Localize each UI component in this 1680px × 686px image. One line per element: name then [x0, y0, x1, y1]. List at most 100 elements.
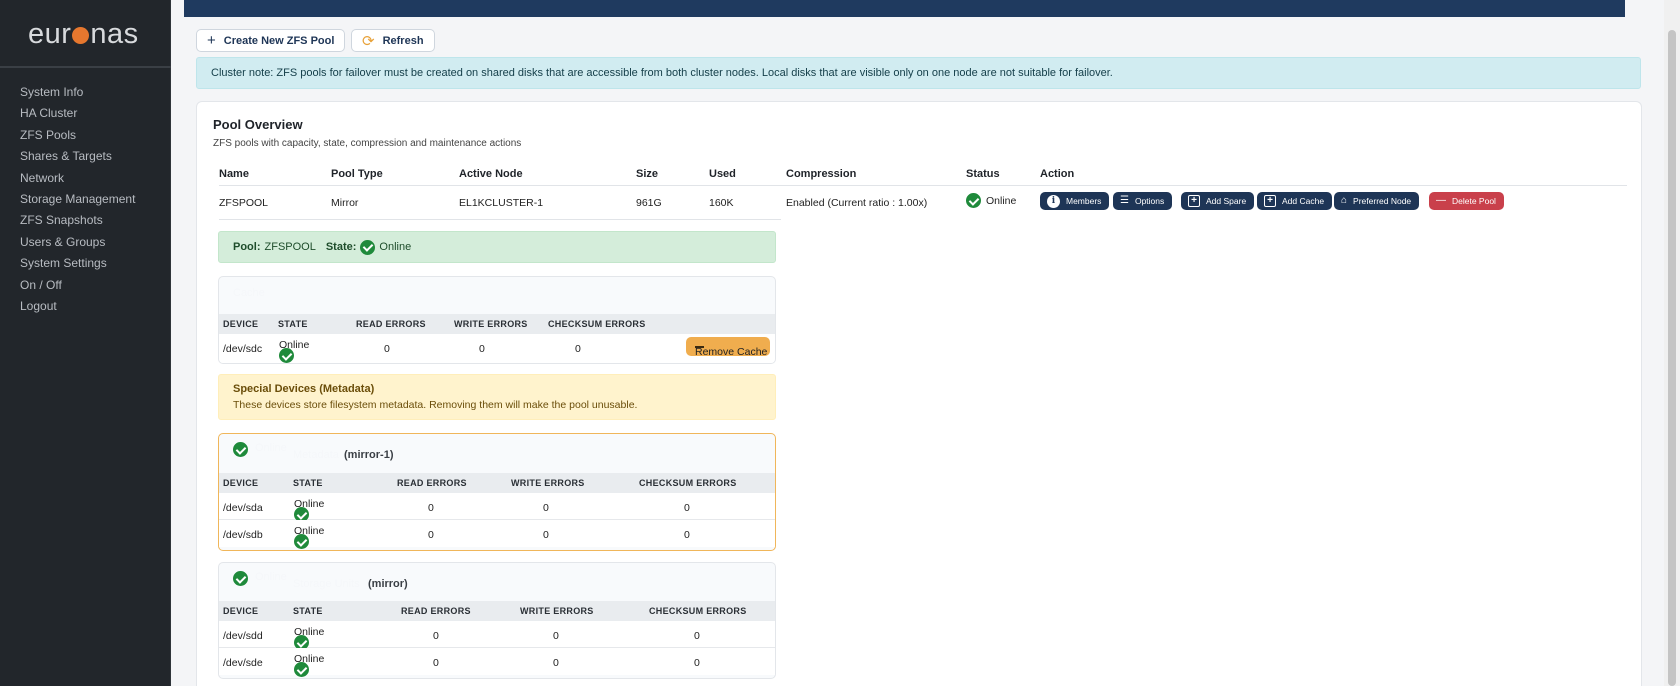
minus-icon: — [1436, 195, 1446, 206]
col-header-status: Status [966, 168, 1000, 180]
members-label: Members [1066, 196, 1102, 206]
col-header-name: Name [219, 168, 249, 180]
col-header-used: Used [709, 168, 736, 180]
group-state: Online [255, 442, 287, 454]
add-spare-label: Add Spare [1206, 196, 1247, 206]
preferred-node-button[interactable]: ⌂ Preferred Node [1334, 192, 1420, 210]
sidebar-item-users-groups[interactable]: Users & Groups [0, 232, 171, 253]
col-header-size: Size [636, 168, 659, 180]
col-device: DEVICE [223, 319, 259, 329]
logo-text-left: eur [28, 18, 72, 50]
warning-description: These devices store filesystem metadata.… [233, 399, 638, 411]
sidebar-item-zfs-pools[interactable]: ZFS Pools [0, 125, 171, 146]
metadata-vdev-group: Online Metadata (mirror-1) DEVICE STATE … [218, 433, 776, 551]
sliders-icon: ☰ [1120, 195, 1129, 206]
active-node-cell: EL1KCLUSTER-1 [459, 197, 544, 209]
sidebar: eur nas System Info HA Cluster ZFS Pools … [0, 0, 171, 686]
sidebar-item-logout[interactable]: Logout [0, 296, 171, 317]
members-button[interactable]: i Members [1040, 192, 1110, 210]
read-errors: 0 [428, 502, 434, 514]
options-button[interactable]: ☰ Options [1113, 192, 1173, 210]
used-cell: 160K [709, 197, 734, 209]
col-header-pool-type: Pool Type [331, 168, 383, 180]
table-row: /dev/sdd Online 0 0 0 [219, 621, 775, 650]
col-read-errors: READ ERRORS [401, 606, 471, 616]
online-check-icon [294, 534, 309, 549]
group-table-header: DEVICE STATE READ ERRORS WRITE ERRORS CH… [219, 473, 775, 493]
sidebar-item-storage-management[interactable]: Storage Management [0, 189, 171, 210]
page-header-bar [184, 0, 1625, 17]
online-check-icon [279, 348, 294, 363]
home-icon: ⌂ [1341, 195, 1348, 206]
create-pool-button[interactable]: + Create New ZFS Pool [196, 29, 346, 52]
pool-state: Online [379, 241, 412, 253]
card-title: Pool Overview [213, 117, 303, 132]
sidebar-item-system-settings[interactable]: System Settings [0, 253, 171, 274]
online-check-icon [294, 662, 309, 677]
pool-type-cell: Mirror [331, 197, 359, 209]
add-square-icon: + [1188, 195, 1200, 207]
sidebar-item-on-off[interactable]: On / Off [0, 275, 171, 296]
group-label: Storage Units [293, 578, 360, 590]
online-check-icon [360, 239, 376, 255]
read-errors: 0 [384, 343, 390, 355]
size-cell: 961G [636, 197, 662, 209]
add-cache-label: Add Cache [1282, 196, 1325, 206]
device-state: Online [294, 626, 324, 650]
remove-cache-label: Remove Cache [695, 346, 768, 358]
write-errors: 0 [543, 502, 549, 514]
col-checksum-errors: CHECKSUM ERRORS [548, 319, 646, 329]
table-row: /dev/sdb Online 0 0 0 [219, 520, 775, 549]
device-name: /dev/sde [223, 657, 263, 669]
checksum-errors: 0 [684, 502, 690, 514]
write-errors: 0 [479, 343, 485, 355]
state-label: State: [325, 241, 357, 253]
row-divider [219, 219, 781, 220]
col-device: DEVICE [223, 478, 259, 488]
device-state: Online [279, 339, 309, 363]
options-label: Options [1134, 196, 1165, 206]
read-errors: 0 [428, 529, 434, 541]
sidebar-item-zfs-snapshots[interactable]: ZFS Snapshots [0, 210, 171, 231]
write-errors: 0 [553, 657, 559, 669]
sidebar-item-ha-cluster[interactable]: HA Cluster [0, 103, 171, 124]
col-write-errors: WRITE ERRORS [511, 478, 585, 488]
read-errors: 0 [433, 657, 439, 669]
create-pool-label: Create New ZFS Pool [223, 34, 335, 47]
col-checksum-errors: CHECKSUM ERRORS [649, 606, 747, 616]
pool-overview-card: Pool Overview ZFS pools with capacity, s… [196, 101, 1642, 686]
sidebar-divider [0, 66, 171, 68]
warning-title: Special Devices (Metadata) [233, 383, 375, 395]
group-table-header: DEVICE STATE READ ERRORS WRITE ERRORS CH… [219, 601, 775, 621]
refresh-label: Refresh [382, 34, 424, 47]
add-cache-button[interactable]: + Add Cache [1257, 192, 1333, 210]
sidebar-item-system-info[interactable]: System Info [0, 82, 171, 103]
sidebar-item-network[interactable]: Network [0, 168, 171, 189]
refresh-button[interactable]: ⟳ Refresh [351, 29, 435, 52]
write-errors: 0 [543, 529, 549, 541]
scrollbar-thumb[interactable] [1668, 30, 1676, 686]
device-name: /dev/sdb [223, 529, 263, 541]
brand-logo[interactable]: eur nas [28, 18, 139, 51]
delete-pool-button[interactable]: — Delete Pool [1429, 192, 1504, 210]
group-label: Metadata [293, 449, 339, 461]
device-name: /dev/sdc [223, 343, 263, 355]
refresh-icon: ⟳ [362, 32, 375, 50]
device-state: Online [294, 525, 324, 549]
online-check-icon [966, 193, 981, 208]
add-square-icon: + [1264, 195, 1276, 207]
read-errors: 0 [433, 630, 439, 642]
device-name: /dev/sdd [223, 630, 263, 642]
pool-state-bar: Pool: ZFSPOOL State: Online [218, 231, 776, 263]
add-spare-button[interactable]: + Add Spare [1181, 192, 1255, 210]
storage-vdev-group: Online Storage Units (mirror) DEVICE STA… [218, 562, 776, 679]
vdev-name: (mirror) [368, 578, 408, 590]
special-devices-warning: Special Devices (Metadata) These devices… [218, 374, 776, 420]
sidebar-item-shares-targets[interactable]: Shares & Targets [0, 146, 171, 167]
col-device: DEVICE [223, 606, 259, 616]
table-row: /dev/sdc Online 0 0 0 Remove Cache [219, 334, 775, 363]
remove-cache-button[interactable]: Remove Cache [686, 337, 770, 358]
status-text: Online [986, 194, 1017, 207]
vdev-name: (mirror-1) [344, 449, 394, 461]
checksum-errors: 0 [694, 657, 700, 669]
